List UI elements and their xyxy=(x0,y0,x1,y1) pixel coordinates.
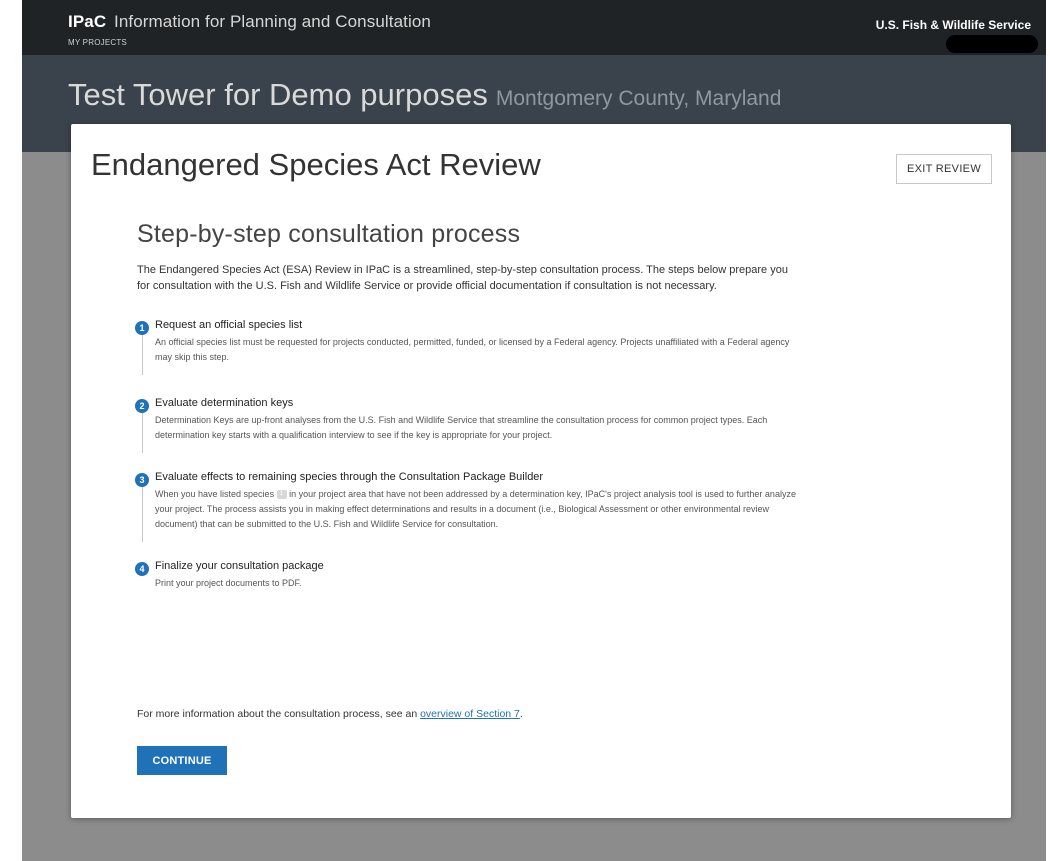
project-name: Test Tower for Demo purposes xyxy=(68,77,488,112)
project-title: Test Tower for Demo purposes Montgomery C… xyxy=(68,77,781,113)
step-item: 3 Evaluate effects to remaining species … xyxy=(135,471,797,542)
continue-button[interactable]: CONTINUE xyxy=(137,746,227,775)
step-number-badge: 3 xyxy=(135,473,149,487)
brand-tagline: Information for Planning and Consultatio… xyxy=(114,12,431,31)
step-number-badge: 2 xyxy=(135,399,149,413)
step-title: Finalize your consultation package xyxy=(155,560,324,572)
top-navbar: IPaC Information for Planning and Consul… xyxy=(22,0,1046,55)
step-title: Evaluate effects to remaining species th… xyxy=(155,471,544,483)
app-window: IPaC Information for Planning and Consul… xyxy=(22,0,1046,861)
step-description: Print your project documents to PDF. xyxy=(155,578,302,588)
more-info-text: For more information about the consultat… xyxy=(137,708,523,720)
steps-list: 1 Request an official species list An of… xyxy=(135,319,797,591)
step-number-badge: 1 xyxy=(135,321,149,335)
step-item: 2 Evaluate determination keys Determinat… xyxy=(135,397,797,453)
step-connector xyxy=(142,333,143,375)
step-description-part: When you have listed species xyxy=(155,489,275,499)
esa-review-modal: Endangered Species Act Review EXIT REVIE… xyxy=(71,124,1011,818)
more-info-prefix: For more information about the consultat… xyxy=(137,708,418,720)
modal-title: Endangered Species Act Review xyxy=(91,147,541,182)
step-connector xyxy=(142,411,143,453)
step-description: When you have listed species 1 in your p… xyxy=(155,487,797,532)
project-location: Montgomery County, Maryland xyxy=(495,87,782,110)
exit-review-button[interactable]: EXIT REVIEW xyxy=(896,154,992,184)
intro-paragraph: The Endangered Species Act (ESA) Review … xyxy=(137,264,788,292)
species-count-badge[interactable]: 1 xyxy=(276,490,287,500)
more-info-suffix: . xyxy=(519,708,523,720)
section-heading: Step-by-step consultation process xyxy=(137,220,521,248)
step-description: An official species list must be request… xyxy=(155,337,790,362)
section7-overview-link[interactable]: overview of Section 7 xyxy=(420,708,520,720)
step-title: Evaluate determination keys xyxy=(155,397,294,409)
redacted-user-area xyxy=(946,35,1038,53)
step-item: 4 Finalize your consultation package Pri… xyxy=(135,560,797,591)
step-title: Request an official species list xyxy=(155,319,303,331)
agency-name: U.S. Fish & Wildlife Service xyxy=(875,18,1031,32)
brand-logo-text: IPaC xyxy=(68,12,107,31)
my-projects-link[interactable]: MY PROJECTS xyxy=(68,38,127,47)
step-description: Determination Keys are up-front analyses… xyxy=(155,415,768,440)
step-number-badge: 4 xyxy=(135,562,149,576)
step-item: 1 Request an official species list An of… xyxy=(135,319,797,375)
step-connector xyxy=(142,485,143,542)
app-brand[interactable]: IPaC Information for Planning and Consul… xyxy=(68,12,431,32)
modal-content: Step-by-step consultation process The En… xyxy=(135,220,797,591)
